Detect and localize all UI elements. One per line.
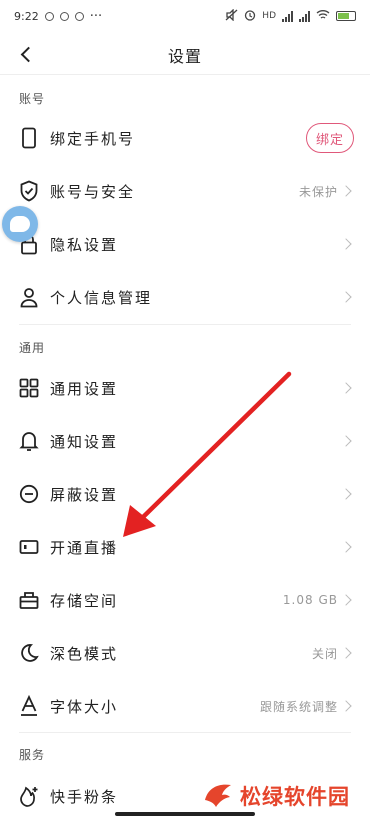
row-label: 隐私设置	[50, 235, 119, 254]
font-size-icon	[18, 695, 40, 717]
chevron-right-icon	[340, 647, 352, 659]
user-icon	[18, 286, 40, 308]
network-label: HD	[262, 11, 276, 21]
signal-icon	[299, 10, 310, 22]
row-privacy[interactable]: 隐私设置	[0, 218, 370, 270]
moon-icon	[18, 642, 40, 664]
row-label: 存储空间	[50, 591, 119, 610]
row-label: 绑定手机号	[50, 129, 136, 148]
chevron-right-icon	[340, 541, 352, 553]
wifi-icon	[316, 9, 330, 23]
row-dark-mode[interactable]: 深色模式 关闭	[0, 627, 370, 679]
row-storage[interactable]: 存储空间 1.08 GB	[0, 574, 370, 626]
row-label: 开通直播	[50, 538, 119, 557]
row-label: 通知设置	[50, 432, 119, 451]
status-time: 9:22	[14, 9, 39, 23]
shield-check-icon	[18, 180, 40, 202]
section-title-general: 通用	[19, 341, 46, 355]
row-label: 通用设置	[50, 379, 119, 398]
grid-icon	[18, 377, 40, 399]
row-personal-info[interactable]: 个人信息管理	[0, 271, 370, 323]
row-value: 1.08 GB	[282, 593, 338, 607]
battery-icon	[336, 11, 356, 21]
row-label: 深色模式	[50, 644, 119, 663]
watermark-text: 松绿软件园	[240, 785, 350, 809]
row-label: 字体大小	[50, 697, 119, 716]
notification-icon	[44, 11, 54, 21]
status-bar: 9:22 ··· HD	[0, 0, 370, 32]
bell-icon	[18, 430, 40, 452]
status-more: ···	[89, 8, 103, 24]
row-value: 跟随系统调整	[259, 699, 338, 714]
block-icon	[18, 483, 40, 505]
alarm-icon	[244, 9, 256, 24]
header-divider	[0, 74, 370, 75]
row-account-security[interactable]: 账号与安全 未保护	[0, 165, 370, 217]
chat-bubble-icon	[10, 216, 30, 232]
live-camera-icon	[18, 536, 40, 558]
notification-icon	[74, 11, 84, 21]
home-indicator	[115, 812, 255, 816]
row-font-size[interactable]: 字体大小 跟随系统调整	[0, 680, 370, 732]
chevron-right-icon	[340, 435, 352, 447]
row-value: 关闭	[311, 646, 338, 661]
flame-plus-icon	[18, 785, 40, 807]
row-label: 快手粉条	[50, 787, 119, 806]
watermark-logo-icon	[202, 780, 234, 812]
row-block[interactable]: 屏蔽设置	[0, 468, 370, 520]
row-value: 未保护	[298, 184, 338, 199]
chevron-right-icon	[340, 700, 352, 712]
phone-icon	[18, 127, 40, 149]
floating-assistant-button[interactable]	[2, 206, 38, 242]
chevron-right-icon	[340, 594, 352, 606]
row-general-settings[interactable]: 通用设置	[0, 362, 370, 414]
row-live[interactable]: 开通直播	[0, 521, 370, 573]
row-label: 个人信息管理	[50, 288, 153, 307]
signal-icon	[282, 10, 293, 22]
section-divider	[19, 324, 351, 325]
mute-icon	[225, 7, 238, 24]
notification-icon	[59, 11, 69, 21]
section-divider	[19, 732, 351, 733]
bind-phone-button[interactable]: 绑定	[306, 123, 354, 153]
page-title: 设置	[167, 47, 202, 66]
chevron-right-icon	[340, 185, 352, 197]
row-notification[interactable]: 通知设置	[0, 415, 370, 467]
section-title-service: 服务	[19, 748, 46, 762]
row-bind-phone[interactable]: 绑定手机号 绑定	[0, 112, 370, 164]
section-title-account: 账号	[19, 92, 46, 106]
chevron-right-icon	[340, 488, 352, 500]
chevron-right-icon	[340, 238, 352, 250]
watermark: 松绿软件园	[202, 780, 350, 812]
chevron-right-icon	[340, 291, 352, 303]
chevron-right-icon	[340, 382, 352, 394]
row-label: 屏蔽设置	[50, 485, 119, 504]
storage-box-icon	[18, 589, 40, 611]
header: 设置	[0, 36, 370, 72]
row-label: 账号与安全	[50, 182, 136, 201]
